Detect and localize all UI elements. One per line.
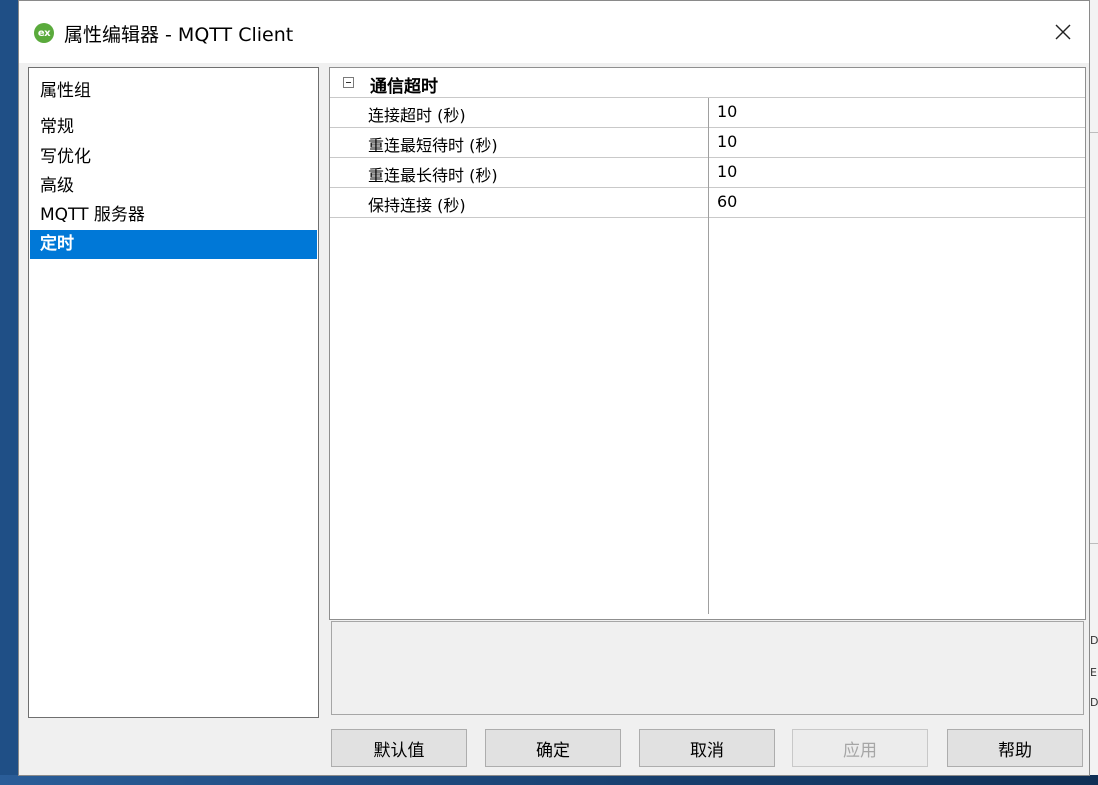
- desktop-text: E: [1090, 666, 1097, 679]
- group-item-mqtt-server[interactable]: MQTT 服务器: [30, 201, 317, 230]
- collapse-icon[interactable]: [343, 77, 354, 88]
- ok-button[interactable]: 确定: [485, 729, 621, 767]
- property-value[interactable]: 10: [717, 102, 737, 121]
- property-value[interactable]: 10: [717, 162, 737, 181]
- property-name: 保持连接 (秒): [368, 196, 466, 215]
- property-grid[interactable]: 通信超时 连接超时 (秒) 10 重连最短待时 (秒) 10 重连最长待时 (秒…: [329, 67, 1086, 620]
- apply-button[interactable]: 应用: [792, 729, 928, 767]
- app-icon: ex: [34, 23, 54, 43]
- close-icon: [1055, 24, 1071, 40]
- property-editor-dialog: ex 属性编辑器 - MQTT Client 属性组 常规 写优化 高级 MQT…: [18, 0, 1090, 776]
- group-item-write-optimization[interactable]: 写优化: [30, 143, 317, 172]
- description-panel: [331, 621, 1084, 715]
- column-divider[interactable]: [708, 98, 709, 614]
- property-value[interactable]: 60: [717, 192, 737, 211]
- group-item-general[interactable]: 常规: [30, 113, 317, 142]
- group-item-timing[interactable]: 定时: [30, 230, 317, 259]
- property-name: 连接超时 (秒): [368, 106, 466, 125]
- window-title: 属性编辑器 - MQTT Client: [64, 24, 294, 46]
- property-name: 重连最长待时 (秒): [368, 166, 498, 185]
- desktop-text: D: [1090, 696, 1098, 709]
- category-row[interactable]: 通信超时: [330, 68, 1085, 98]
- title-bar[interactable]: ex 属性编辑器 - MQTT Client: [19, 1, 1089, 63]
- category-label: 通信超时: [370, 77, 438, 97]
- cancel-button[interactable]: 取消: [639, 729, 775, 767]
- property-name: 重连最短待时 (秒): [368, 136, 498, 155]
- close-button[interactable]: [1037, 1, 1089, 63]
- group-item-advanced[interactable]: 高级: [30, 172, 317, 201]
- group-item-header[interactable]: 属性组: [30, 77, 317, 106]
- help-button[interactable]: 帮助: [947, 729, 1083, 767]
- default-button[interactable]: 默认值: [331, 729, 467, 767]
- desktop-text: D: [1090, 634, 1098, 647]
- taskbar-edge: [0, 775, 1098, 785]
- property-group-list[interactable]: 属性组 常规 写优化 高级 MQTT 服务器 定时: [28, 67, 319, 718]
- property-value[interactable]: 10: [717, 132, 737, 151]
